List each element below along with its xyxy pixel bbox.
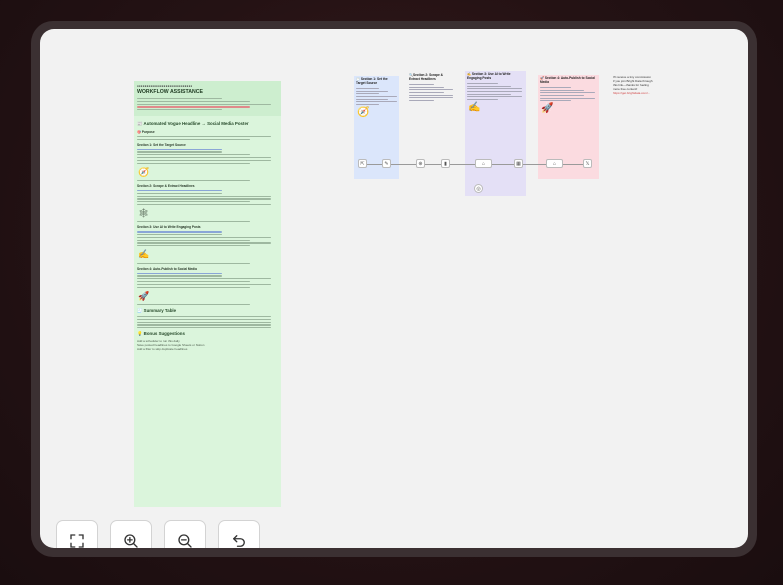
section-1-title: 🕒 Section 1: Set the Target Source — [356, 77, 388, 85]
zoom-out-icon — [178, 534, 192, 548]
section-3-card[interactable]: ✍️ Section 3: Use AI to Write Engaging P… — [465, 71, 526, 196]
affiliate-text: I'll receive a tiny commission if you jo… — [613, 75, 653, 91]
table-icon: ▦ — [516, 160, 521, 167]
pencil-icon: ✎ — [384, 160, 389, 167]
trigger-node[interactable]: ⇱ — [358, 159, 367, 168]
model-node[interactable]: ◎ — [474, 184, 483, 193]
model-icon: ◎ — [476, 185, 481, 192]
robot-icon: ⌂ — [481, 160, 486, 167]
affiliate-note[interactable]: I'll receive a tiny commission if you jo… — [613, 75, 653, 96]
fit-view-icon — [70, 534, 84, 548]
note-section-4-title: Section 4: Auto-Publish to Social Media — [137, 266, 197, 271]
spider-web-icon: 🕸 — [138, 208, 150, 219]
note-header: ▪▪▪▪▪▪▪▪▪▪▪▪▪▪▪▪▪▪▪▪▪▪▪▪▪▪▪▪▪ WORKFLOW A… — [134, 81, 281, 116]
globe-icon: ⊕ — [418, 160, 423, 167]
zoom-in-icon — [124, 534, 138, 548]
undo-icon — [233, 535, 245, 547]
undo-button[interactable] — [218, 520, 260, 548]
bonus-item: Add a filter to skip duplicate headlines — [137, 347, 188, 352]
x-post-node[interactable]: 𝕏 — [583, 159, 592, 168]
sheets-node[interactable]: ▦ — [514, 159, 523, 168]
compass-icon: 🧭 — [357, 106, 370, 118]
compass-icon: 🧭 — [138, 166, 150, 177]
cursor-icon: ⇱ — [360, 160, 365, 167]
rocket-icon: 🚀 — [138, 290, 150, 301]
section-2-title: 🔍Section 2: Scrape & Extract Headlines — [409, 73, 443, 81]
publish-agent-node[interactable]: ⌂ — [546, 159, 563, 168]
section-3-title: ✍️ Section 3: Use AI to Write Engaging P… — [467, 72, 511, 80]
workflow-canvas[interactable]: ▪▪▪▪▪▪▪▪▪▪▪▪▪▪▪▪▪▪▪▪▪▪▪▪▪▪▪▪▪ WORKFLOW A… — [40, 29, 748, 548]
note-section-1-title: Section 1: Set the Target Source — [137, 142, 186, 147]
workflow-assistance-note[interactable]: ▪▪▪▪▪▪▪▪▪▪▪▪▪▪▪▪▪▪▪▪▪▪▪▪▪▪▪▪▪ WORKFLOW A… — [134, 81, 281, 507]
robot-icon: ⌂ — [552, 160, 557, 167]
scrape-node[interactable]: ⊕ — [416, 159, 425, 168]
section-4-title: 🚀 Section 4: Auto-Publish to Social Medi… — [540, 76, 595, 84]
purpose-label: 🎯 Purpose — [137, 129, 155, 134]
writing-hand-icon: ✍️ — [138, 249, 150, 260]
zoom-in-button[interactable] — [110, 520, 152, 548]
rocket-icon: 🚀 — [541, 103, 554, 115]
fit-view-button[interactable] — [56, 520, 98, 548]
summary-table-title: 🧾 Summary Table — [137, 308, 177, 314]
set-url-node[interactable]: ✎ — [382, 159, 391, 168]
header-dots: ▪▪▪▪▪▪▪▪▪▪▪▪▪▪▪▪▪▪▪▪▪▪▪▪▪▪▪▪▪ — [137, 84, 193, 88]
note-main-title: 📰 Automated Vogue Headline → Social Medi… — [137, 120, 249, 126]
note-section-3-title: Section 3: Use AI to Write Engaging Post… — [137, 225, 201, 230]
header-title: WORKFLOW ASSISTANCE — [137, 89, 203, 96]
affiliate-link[interactable]: https://get.brightdata.com/... — [613, 91, 653, 96]
zoom-out-button[interactable] — [164, 520, 206, 548]
code-icon: ▮ — [444, 160, 447, 167]
extract-node[interactable]: ▮ — [441, 159, 450, 168]
writing-hand-icon: ✍️ — [468, 101, 481, 113]
x-logo-icon: 𝕏 — [585, 160, 590, 167]
ai-agent-node[interactable]: ⌂ — [475, 159, 492, 168]
bonus-suggestions-title: 💡 Bonus Suggestions — [137, 331, 185, 337]
note-section-2-title: Section 2: Scrape & Extract Headlines — [137, 184, 195, 189]
